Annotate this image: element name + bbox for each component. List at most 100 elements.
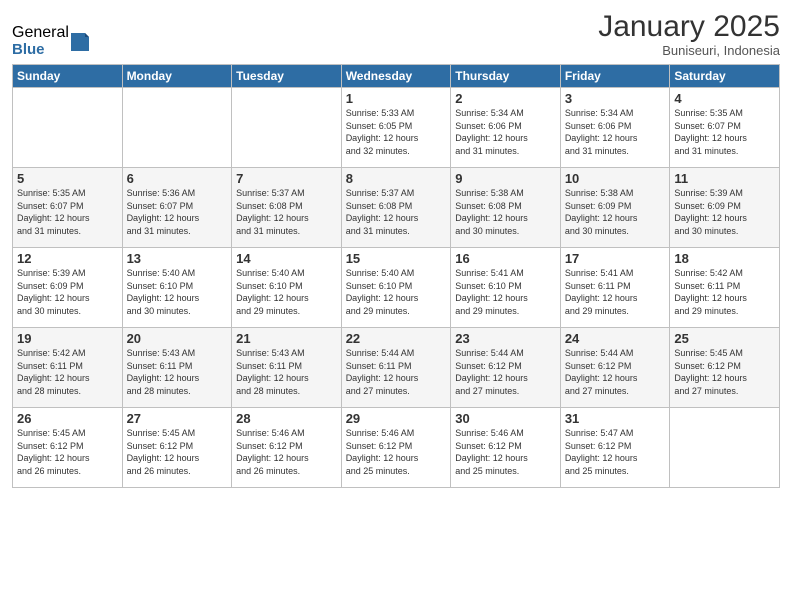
day-number: 31 xyxy=(565,411,666,426)
calendar-day-cell: 30Sunrise: 5:46 AMSunset: 6:12 PMDayligh… xyxy=(451,408,561,488)
calendar-day-cell: 7Sunrise: 5:37 AMSunset: 6:08 PMDaylight… xyxy=(232,168,342,248)
day-number: 6 xyxy=(127,171,228,186)
header-saturday: Saturday xyxy=(670,65,780,88)
day-number: 28 xyxy=(236,411,337,426)
calendar-day-cell: 24Sunrise: 5:44 AMSunset: 6:12 PMDayligh… xyxy=(560,328,670,408)
calendar-day-cell: 27Sunrise: 5:45 AMSunset: 6:12 PMDayligh… xyxy=(122,408,232,488)
calendar-day-cell: 17Sunrise: 5:41 AMSunset: 6:11 PMDayligh… xyxy=(560,248,670,328)
location-subtitle: Buniseuri, Indonesia xyxy=(598,43,780,58)
logo-blue: Blue xyxy=(12,42,69,59)
day-info: Sunrise: 5:38 AMSunset: 6:09 PMDaylight:… xyxy=(565,187,666,237)
day-info: Sunrise: 5:34 AMSunset: 6:06 PMDaylight:… xyxy=(565,107,666,157)
day-info: Sunrise: 5:46 AMSunset: 6:12 PMDaylight:… xyxy=(346,427,447,477)
calendar-day-cell: 21Sunrise: 5:43 AMSunset: 6:11 PMDayligh… xyxy=(232,328,342,408)
day-info: Sunrise: 5:45 AMSunset: 6:12 PMDaylight:… xyxy=(17,427,118,477)
day-number: 24 xyxy=(565,331,666,346)
week-row-2: 5Sunrise: 5:35 AMSunset: 6:07 PMDaylight… xyxy=(13,168,780,248)
calendar-day-cell: 2Sunrise: 5:34 AMSunset: 6:06 PMDaylight… xyxy=(451,88,561,168)
calendar-day-cell: 22Sunrise: 5:44 AMSunset: 6:11 PMDayligh… xyxy=(341,328,451,408)
calendar-day-cell: 1Sunrise: 5:33 AMSunset: 6:05 PMDaylight… xyxy=(341,88,451,168)
day-number: 19 xyxy=(17,331,118,346)
week-row-1: 1Sunrise: 5:33 AMSunset: 6:05 PMDaylight… xyxy=(13,88,780,168)
day-number: 30 xyxy=(455,411,556,426)
day-info: Sunrise: 5:41 AMSunset: 6:10 PMDaylight:… xyxy=(455,267,556,317)
day-number: 17 xyxy=(565,251,666,266)
day-info: Sunrise: 5:37 AMSunset: 6:08 PMDaylight:… xyxy=(346,187,447,237)
day-info: Sunrise: 5:42 AMSunset: 6:11 PMDaylight:… xyxy=(17,347,118,397)
day-info: Sunrise: 5:44 AMSunset: 6:12 PMDaylight:… xyxy=(565,347,666,397)
week-row-5: 26Sunrise: 5:45 AMSunset: 6:12 PMDayligh… xyxy=(13,408,780,488)
day-number: 2 xyxy=(455,91,556,106)
calendar-day-cell: 16Sunrise: 5:41 AMSunset: 6:10 PMDayligh… xyxy=(451,248,561,328)
day-number: 18 xyxy=(674,251,775,266)
day-info: Sunrise: 5:45 AMSunset: 6:12 PMDaylight:… xyxy=(127,427,228,477)
calendar-table: Sunday Monday Tuesday Wednesday Thursday… xyxy=(12,64,780,488)
day-info: Sunrise: 5:39 AMSunset: 6:09 PMDaylight:… xyxy=(674,187,775,237)
day-info: Sunrise: 5:38 AMSunset: 6:08 PMDaylight:… xyxy=(455,187,556,237)
day-number: 13 xyxy=(127,251,228,266)
calendar-day-cell: 14Sunrise: 5:40 AMSunset: 6:10 PMDayligh… xyxy=(232,248,342,328)
day-number: 16 xyxy=(455,251,556,266)
day-info: Sunrise: 5:39 AMSunset: 6:09 PMDaylight:… xyxy=(17,267,118,317)
day-info: Sunrise: 5:33 AMSunset: 6:05 PMDaylight:… xyxy=(346,107,447,157)
logo: General Blue xyxy=(12,24,89,58)
calendar-day-cell: 28Sunrise: 5:46 AMSunset: 6:12 PMDayligh… xyxy=(232,408,342,488)
header-wednesday: Wednesday xyxy=(341,65,451,88)
title-section: January 2025 Buniseuri, Indonesia xyxy=(598,10,780,58)
day-info: Sunrise: 5:47 AMSunset: 6:12 PMDaylight:… xyxy=(565,427,666,477)
day-info: Sunrise: 5:45 AMSunset: 6:12 PMDaylight:… xyxy=(674,347,775,397)
day-number: 4 xyxy=(674,91,775,106)
day-number: 10 xyxy=(565,171,666,186)
header-thursday: Thursday xyxy=(451,65,561,88)
day-number: 1 xyxy=(346,91,447,106)
calendar-day-cell xyxy=(13,88,123,168)
day-number: 11 xyxy=(674,171,775,186)
header-tuesday: Tuesday xyxy=(232,65,342,88)
day-number: 21 xyxy=(236,331,337,346)
day-info: Sunrise: 5:43 AMSunset: 6:11 PMDaylight:… xyxy=(127,347,228,397)
calendar-day-cell: 31Sunrise: 5:47 AMSunset: 6:12 PMDayligh… xyxy=(560,408,670,488)
day-number: 27 xyxy=(127,411,228,426)
day-number: 23 xyxy=(455,331,556,346)
calendar-day-cell xyxy=(232,88,342,168)
calendar-day-cell: 13Sunrise: 5:40 AMSunset: 6:10 PMDayligh… xyxy=(122,248,232,328)
calendar-day-cell: 25Sunrise: 5:45 AMSunset: 6:12 PMDayligh… xyxy=(670,328,780,408)
day-info: Sunrise: 5:36 AMSunset: 6:07 PMDaylight:… xyxy=(127,187,228,237)
header-friday: Friday xyxy=(560,65,670,88)
calendar-day-cell: 15Sunrise: 5:40 AMSunset: 6:10 PMDayligh… xyxy=(341,248,451,328)
day-info: Sunrise: 5:40 AMSunset: 6:10 PMDaylight:… xyxy=(346,267,447,317)
day-number: 3 xyxy=(565,91,666,106)
logo-icon xyxy=(71,29,89,51)
calendar-day-cell: 9Sunrise: 5:38 AMSunset: 6:08 PMDaylight… xyxy=(451,168,561,248)
calendar-day-cell: 3Sunrise: 5:34 AMSunset: 6:06 PMDaylight… xyxy=(560,88,670,168)
header-monday: Monday xyxy=(122,65,232,88)
calendar-day-cell: 29Sunrise: 5:46 AMSunset: 6:12 PMDayligh… xyxy=(341,408,451,488)
day-info: Sunrise: 5:37 AMSunset: 6:08 PMDaylight:… xyxy=(236,187,337,237)
header-sunday: Sunday xyxy=(13,65,123,88)
day-info: Sunrise: 5:35 AMSunset: 6:07 PMDaylight:… xyxy=(17,187,118,237)
week-row-4: 19Sunrise: 5:42 AMSunset: 6:11 PMDayligh… xyxy=(13,328,780,408)
day-info: Sunrise: 5:35 AMSunset: 6:07 PMDaylight:… xyxy=(674,107,775,157)
day-info: Sunrise: 5:46 AMSunset: 6:12 PMDaylight:… xyxy=(455,427,556,477)
page-container: General Blue January 2025 Buniseuri, Ind… xyxy=(0,0,792,612)
calendar-day-cell: 20Sunrise: 5:43 AMSunset: 6:11 PMDayligh… xyxy=(122,328,232,408)
day-number: 12 xyxy=(17,251,118,266)
week-row-3: 12Sunrise: 5:39 AMSunset: 6:09 PMDayligh… xyxy=(13,248,780,328)
calendar-day-cell: 19Sunrise: 5:42 AMSunset: 6:11 PMDayligh… xyxy=(13,328,123,408)
calendar-day-cell xyxy=(122,88,232,168)
day-number: 20 xyxy=(127,331,228,346)
calendar-day-cell: 5Sunrise: 5:35 AMSunset: 6:07 PMDaylight… xyxy=(13,168,123,248)
calendar-day-cell: 18Sunrise: 5:42 AMSunset: 6:11 PMDayligh… xyxy=(670,248,780,328)
calendar-day-cell: 10Sunrise: 5:38 AMSunset: 6:09 PMDayligh… xyxy=(560,168,670,248)
day-number: 7 xyxy=(236,171,337,186)
day-info: Sunrise: 5:44 AMSunset: 6:12 PMDaylight:… xyxy=(455,347,556,397)
calendar-day-cell xyxy=(670,408,780,488)
day-info: Sunrise: 5:46 AMSunset: 6:12 PMDaylight:… xyxy=(236,427,337,477)
day-info: Sunrise: 5:44 AMSunset: 6:11 PMDaylight:… xyxy=(346,347,447,397)
day-number: 22 xyxy=(346,331,447,346)
day-info: Sunrise: 5:40 AMSunset: 6:10 PMDaylight:… xyxy=(127,267,228,317)
day-number: 14 xyxy=(236,251,337,266)
month-title: January 2025 xyxy=(598,10,780,43)
day-number: 9 xyxy=(455,171,556,186)
calendar-day-cell: 4Sunrise: 5:35 AMSunset: 6:07 PMDaylight… xyxy=(670,88,780,168)
